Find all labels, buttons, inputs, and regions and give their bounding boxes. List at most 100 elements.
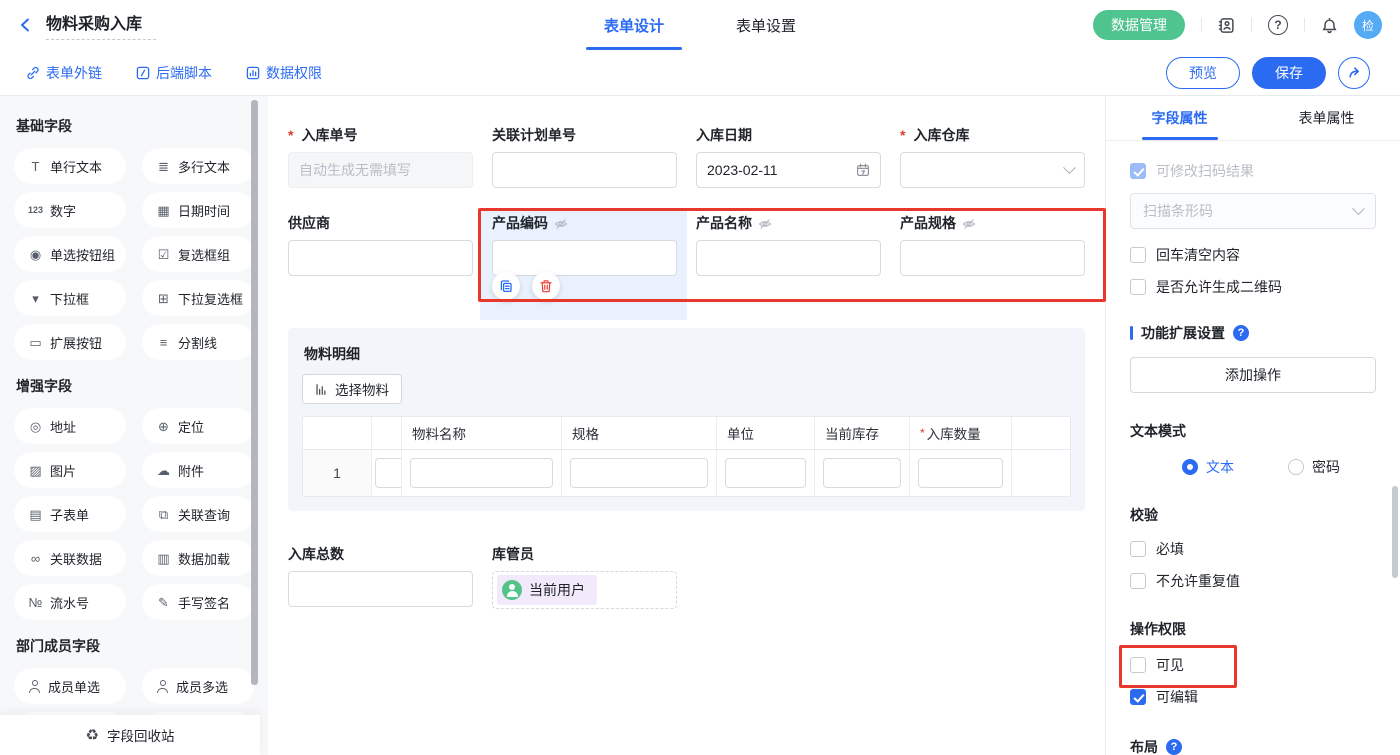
clipped-input[interactable] [375, 458, 401, 488]
help-badge-icon[interactable]: ? [1166, 739, 1182, 755]
spec-input[interactable] [570, 458, 708, 488]
enter-clear-checkbox[interactable]: 回车清空内容 [1130, 245, 1376, 265]
material-detail-subform[interactable]: 物料明细 选择物料 物料名称 规格 单位 当前库存 入库数量 1 [288, 328, 1085, 511]
checkbox-unchecked[interactable] [1130, 657, 1146, 673]
sidebar-item-extend-button[interactable]: ▭扩展按钮 [14, 324, 126, 360]
sidebar-item-radio-group[interactable]: ◉单选按钮组 [14, 236, 126, 272]
total-input[interactable] [288, 571, 473, 607]
col-material-name: 物料名称 [401, 417, 561, 450]
sidebar-item-number[interactable]: 123数字 [14, 192, 126, 228]
copy-field-button[interactable] [492, 272, 520, 300]
field-receipt-no[interactable]: 入库单号 [288, 128, 473, 188]
delete-field-button[interactable] [532, 272, 560, 300]
unit-input[interactable] [725, 458, 806, 488]
radio-selected[interactable] [1182, 459, 1198, 475]
sidebar-item-subform[interactable]: ▤子表单 [14, 496, 126, 532]
sidebar-item-multi-line-text[interactable]: ≣多行文本 [142, 148, 254, 184]
sidebar-item-signature[interactable]: ✎手写签名 [142, 584, 254, 620]
radio-password[interactable]: 密码 [1288, 457, 1340, 477]
pill-button-icon: ▭ [28, 336, 43, 349]
col-inbound-qty: 入库数量 [909, 417, 1011, 450]
supplier-input[interactable] [288, 240, 473, 276]
help-icon[interactable]: ? [1268, 15, 1288, 35]
plan-no-input[interactable] [492, 152, 677, 188]
sidebar-item-checkbox-group[interactable]: ☑复选框组 [142, 236, 254, 272]
tab-form-design[interactable]: 表单设计 [600, 0, 668, 50]
no-duplicate-checkbox[interactable]: 不允许重复值 [1130, 571, 1376, 591]
share-button[interactable] [1338, 57, 1370, 89]
contacts-icon[interactable] [1218, 17, 1235, 34]
product-code-input[interactable] [492, 240, 677, 276]
warehouse-select[interactable] [900, 152, 1085, 188]
back-button[interactable] [18, 17, 34, 33]
product-spec-input[interactable] [900, 240, 1085, 276]
notification-bell-icon[interactable] [1321, 17, 1338, 34]
tab-field-properties[interactable]: 字段属性 [1106, 96, 1253, 140]
sidebar-item-related-query[interactable]: ⧉关联查询 [142, 496, 254, 532]
field-label: 入库总数 [288, 547, 473, 562]
sidebar-scrollbar[interactable] [251, 100, 258, 685]
help-badge-icon[interactable]: ? [1233, 325, 1249, 341]
sidebar-item-divider[interactable]: ≡分割线 [142, 324, 254, 360]
field-inbound-date[interactable]: 入库日期 2023-02-11 [696, 128, 881, 188]
date-input[interactable]: 2023-02-11 [696, 152, 881, 188]
field-keeper[interactable]: 库管员 当前用户 [492, 547, 677, 609]
sidebar-item-dropdown[interactable]: ▾下拉框 [14, 280, 126, 316]
divider-icon: ≡ [156, 336, 171, 349]
user-avatar[interactable]: 检 [1354, 11, 1382, 39]
panel-scrollbar[interactable] [1392, 486, 1398, 578]
sidebar-item-attachment[interactable]: ☁附件 [142, 452, 254, 488]
material-name-input[interactable] [410, 458, 553, 488]
checkbox-unchecked[interactable] [1130, 541, 1146, 557]
field-supplier[interactable]: 供应商 [288, 216, 473, 304]
sidebar-item-serial-number[interactable]: №流水号 [14, 584, 126, 620]
sidebar-item-member-single[interactable]: 成员单选 [14, 668, 126, 704]
layout-section: 布局 ? [1130, 737, 1376, 755]
field-product-name[interactable]: 产品名称 [696, 216, 881, 304]
form-title[interactable]: 物料采购入库 [46, 10, 156, 40]
field-plan-no[interactable]: 关联计划单号 [492, 128, 677, 188]
inbound-qty-input[interactable] [918, 458, 1003, 488]
visible-checkbox[interactable]: 可见 [1130, 655, 1376, 675]
sidebar-item-datetime[interactable]: ▦日期时间 [142, 192, 254, 228]
radio-icon: ◉ [28, 248, 43, 261]
backend-script-link[interactable]: 后端脚本 [136, 63, 212, 83]
product-name-input[interactable] [696, 240, 881, 276]
save-button[interactable]: 保存 [1252, 57, 1326, 89]
data-permission-link[interactable]: 数据权限 [246, 63, 322, 83]
current-stock-input[interactable] [823, 458, 901, 488]
sidebar-item-member-multi[interactable]: 成员多选 [142, 668, 254, 704]
checkbox-unchecked[interactable] [1130, 247, 1146, 263]
field-total[interactable]: 入库总数 [288, 547, 473, 609]
sidebar-item-multi-dropdown[interactable]: ⊞下拉复选框 [142, 280, 254, 316]
checkbox-checked[interactable] [1130, 689, 1146, 705]
keeper-member-picker[interactable]: 当前用户 [492, 571, 677, 609]
field-warehouse[interactable]: 入库仓库 [900, 128, 1085, 188]
tab-form-properties[interactable]: 表单属性 [1253, 96, 1400, 140]
tab-form-settings[interactable]: 表单设置 [732, 0, 800, 50]
field-product-spec[interactable]: 产品规格 [900, 216, 1085, 304]
sidebar-item-related-data[interactable]: ∞关联数据 [14, 540, 126, 576]
allow-qrcode-checkbox[interactable]: 是否允许生成二维码 [1130, 277, 1376, 297]
radio-unselected[interactable] [1288, 459, 1304, 475]
sidebar-item-location[interactable]: ⊕定位 [142, 408, 254, 444]
editable-checkbox[interactable]: 可编辑 [1130, 687, 1376, 707]
sidebar-item-data-load[interactable]: ▥数据加载 [142, 540, 254, 576]
required-checkbox[interactable]: 必填 [1130, 539, 1376, 559]
field-product-code-selected[interactable]: 产品编码 [492, 216, 677, 304]
data-manage-button[interactable]: 数据管理 [1093, 10, 1185, 40]
col-trailing [1011, 417, 1070, 450]
preview-button[interactable]: 预览 [1166, 57, 1240, 89]
form-external-link[interactable]: 表单外链 [26, 63, 102, 83]
add-action-button[interactable]: 添加操作 [1130, 357, 1376, 393]
code-icon [136, 66, 150, 80]
checkbox-unchecked[interactable] [1130, 279, 1146, 295]
select-material-button[interactable]: 选择物料 [302, 374, 402, 404]
sidebar-item-address[interactable]: ◎地址 [14, 408, 126, 444]
divider [1251, 18, 1252, 32]
sidebar-item-single-line-text[interactable]: T单行文本 [14, 148, 126, 184]
field-recycle-bin[interactable]: ♻ 字段回收站 [0, 715, 260, 755]
checkbox-unchecked[interactable] [1130, 573, 1146, 589]
sidebar-item-image[interactable]: ▨图片 [14, 452, 126, 488]
radio-text[interactable]: 文本 [1182, 457, 1234, 477]
